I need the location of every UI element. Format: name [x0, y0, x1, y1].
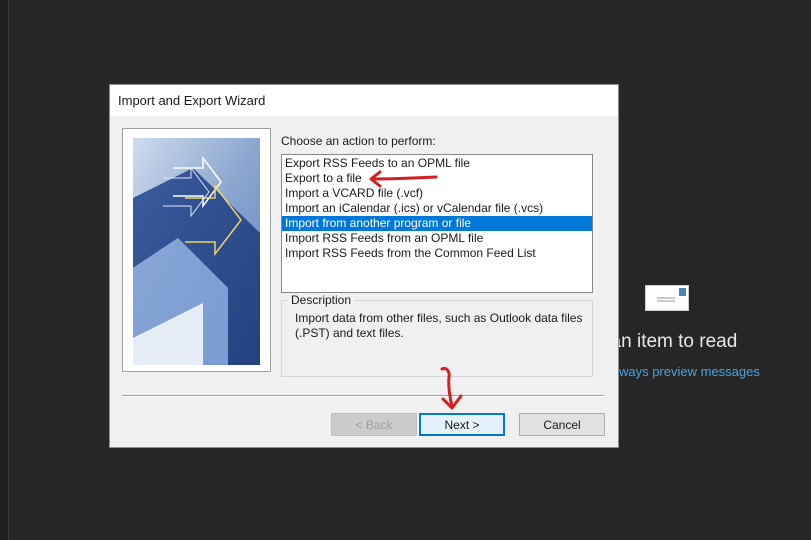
- description-legend: Description: [288, 293, 355, 307]
- description-group: Description Import data from other files…: [281, 293, 593, 377]
- import-export-wizard-dialog: Import and Export Wizard Choose an actio…: [110, 85, 618, 447]
- button-separator: [122, 395, 604, 397]
- wizard-illustration: [122, 128, 271, 372]
- reading-pane-message: t an item to read: [600, 331, 738, 352]
- description-text: Import data from other files, such as Ou…: [295, 311, 583, 340]
- action-import-rss-opml[interactable]: Import RSS Feeds from an OPML file: [282, 231, 592, 246]
- choose-action-label: Choose an action to perform:: [281, 134, 436, 148]
- action-export-rss-opml[interactable]: Export RSS Feeds to an OPML file: [282, 156, 592, 171]
- action-import-vcard[interactable]: Import a VCARD file (.vcf): [282, 186, 592, 201]
- next-button[interactable]: Next >: [419, 413, 505, 436]
- envelope-icon: [645, 285, 689, 311]
- action-listbox[interactable]: Export RSS Feeds to an OPML file Export …: [281, 154, 593, 293]
- left-edge-panel: [0, 0, 9, 540]
- action-export-to-file[interactable]: Export to a file: [282, 171, 592, 186]
- action-import-rss-common-feed[interactable]: Import RSS Feeds from the Common Feed Li…: [282, 246, 592, 261]
- wizard-arrows-graphic: [133, 138, 260, 365]
- always-preview-link[interactable]: o always preview messages: [598, 364, 811, 379]
- action-import-from-program[interactable]: Import from another program or file: [282, 216, 592, 231]
- back-button[interactable]: < Back: [331, 413, 417, 436]
- cancel-button[interactable]: Cancel: [519, 413, 605, 436]
- dialog-title: Import and Export Wizard: [110, 85, 618, 116]
- action-import-icalendar[interactable]: Import an iCalendar (.ics) or vCalendar …: [282, 201, 592, 216]
